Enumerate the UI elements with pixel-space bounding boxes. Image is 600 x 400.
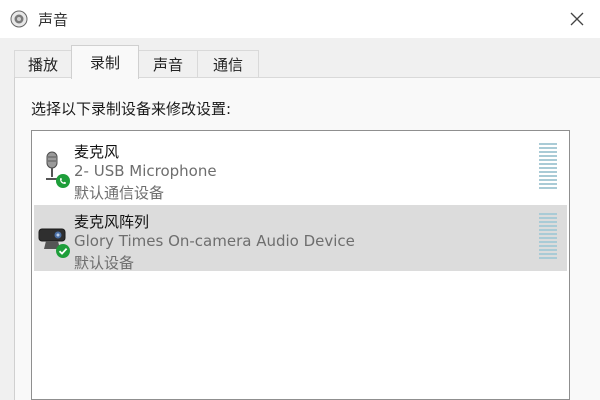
device-name: 麦克风 — [74, 143, 120, 161]
speaker-icon — [10, 10, 28, 28]
device-status: 默认通信设备 — [74, 184, 165, 202]
level-meter — [539, 213, 557, 263]
device-description: Glory Times On-camera Audio Device — [74, 232, 355, 250]
window-title: 声音 — [38, 11, 69, 29]
device-row-microphone-array[interactable]: 麦克风阵列 Glory Times On-camera Audio Device… — [34, 205, 567, 272]
tab-recording[interactable]: 录制 — [71, 45, 139, 79]
level-meter — [539, 143, 557, 193]
close-button[interactable] — [564, 7, 590, 31]
title-bar: 声音 — [0, 0, 600, 38]
tab-communications[interactable]: 通信 — [197, 50, 259, 78]
close-icon — [570, 12, 584, 26]
device-status: 默认设备 — [74, 254, 135, 272]
phone-badge-icon — [56, 173, 70, 188]
check-badge-icon — [56, 243, 70, 258]
recording-device-list[interactable]: 麦克风 2- USB Microphone 默认通信设备 麦克风阵列 Glory… — [31, 130, 570, 400]
tab-strip: 播放 录制 声音 通信 — [0, 38, 600, 79]
device-description: 2- USB Microphone — [74, 162, 217, 180]
device-name: 麦克风阵列 — [74, 213, 150, 231]
tab-sounds[interactable]: 声音 — [138, 50, 198, 78]
tab-playback[interactable]: 播放 — [14, 50, 72, 78]
device-row-microphone[interactable]: 麦克风 2- USB Microphone 默认通信设备 — [34, 135, 567, 202]
instruction-text: 选择以下录制设备来修改设置: — [31, 100, 232, 118]
